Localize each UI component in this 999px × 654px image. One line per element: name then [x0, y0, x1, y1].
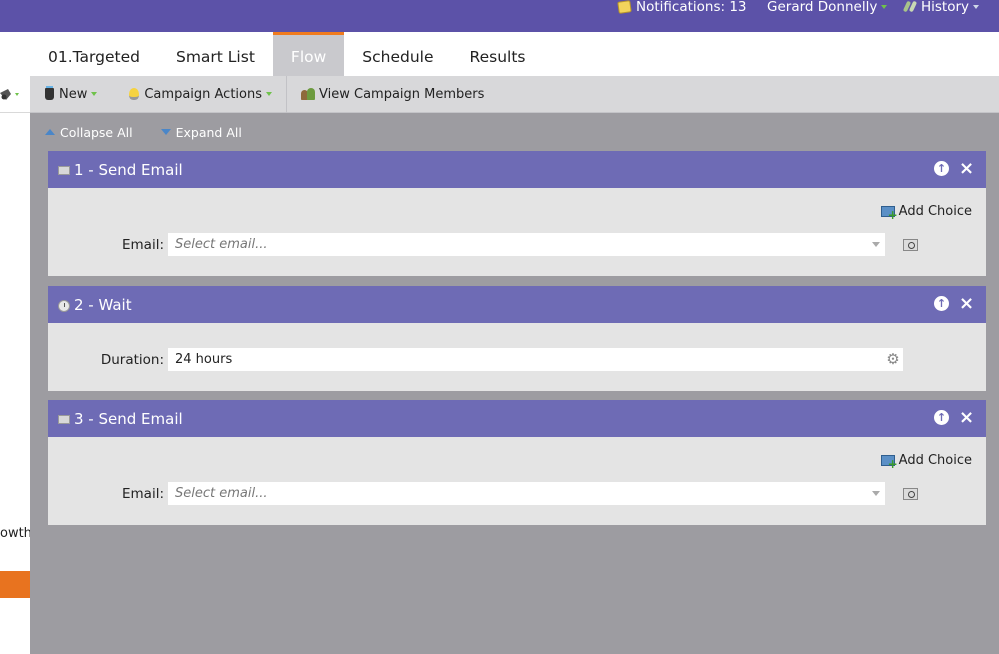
- divider: [0, 112, 30, 113]
- history-menu[interactable]: History: [904, 0, 980, 15]
- flow-step-body: Add Choice Email: Select email...: [48, 437, 986, 525]
- tab-smart-list[interactable]: Smart List: [158, 32, 273, 76]
- duration-field-label: Duration:: [100, 352, 164, 368]
- tree-tools-button[interactable]: [0, 84, 30, 106]
- move-up-button[interactable]: ↑: [934, 161, 949, 176]
- left-panel: owth: [0, 32, 30, 654]
- tree-item-truncated[interactable]: owth: [0, 526, 30, 541]
- flow-step-title: 1 - Send Email: [74, 160, 183, 179]
- chevron-down-icon: [973, 5, 980, 9]
- move-up-button[interactable]: ↑: [934, 296, 949, 311]
- view-members-label: View Campaign Members: [319, 86, 485, 102]
- delete-step-button[interactable]: ×: [959, 295, 974, 313]
- tab-results[interactable]: Results: [452, 32, 544, 76]
- history-icon: [904, 1, 918, 13]
- tab-targeted[interactable]: 01.Targeted: [30, 32, 158, 76]
- tab-flow[interactable]: Flow: [272, 32, 345, 76]
- user-menu[interactable]: Gerard Donnelly: [767, 0, 888, 15]
- new-button[interactable]: New: [30, 76, 105, 113]
- flow-step-header[interactable]: 2 - Wait ↑ ×: [48, 286, 986, 323]
- clock-icon: [58, 299, 70, 312]
- flow-step: 2 - Wait ↑ × Duration: 24 hours ⚙: [48, 286, 986, 391]
- duration-value: 24 hours: [175, 352, 233, 367]
- email-select-placeholder: Select email...: [175, 237, 268, 252]
- add-choice-label: Add Choice: [898, 453, 972, 468]
- expand-controls: Collapse All Expand All: [30, 113, 999, 151]
- history-label: History: [921, 0, 970, 15]
- campaign-actions-label: Campaign Actions: [144, 86, 263, 102]
- flow-step-title: 3 - Send Email: [74, 409, 183, 428]
- lightbulb-icon: [129, 88, 140, 100]
- email-select[interactable]: Select email...: [168, 233, 885, 256]
- selected-tree-item[interactable]: [0, 571, 30, 598]
- add-choice-button[interactable]: Add Choice: [880, 453, 972, 470]
- flow-step-title: 2 - Wait: [74, 295, 132, 314]
- email-field-label: Email:: [121, 486, 164, 502]
- program-tabs: 01.Targeted Smart List Flow Schedule Res…: [30, 32, 999, 76]
- delete-step-button[interactable]: ×: [959, 409, 974, 427]
- user-name: Gerard Donnelly: [767, 0, 878, 15]
- preview-email-icon[interactable]: [903, 488, 918, 500]
- notifications-link[interactable]: Notifications: 13: [617, 0, 747, 15]
- add-choice-button[interactable]: Add Choice: [880, 204, 972, 221]
- notification-icon: [617, 0, 632, 14]
- toolbar-divider: [286, 75, 288, 113]
- binoculars-icon: [0, 89, 19, 100]
- flow-step: 3 - Send Email ↑ × Add Choice Email: Sel…: [48, 400, 986, 525]
- chevron-down-icon: [91, 92, 98, 96]
- email-field-label: Email:: [121, 237, 164, 253]
- add-choice-label: Add Choice: [898, 204, 972, 219]
- add-choice-icon: [880, 454, 898, 470]
- move-up-button[interactable]: ↑: [934, 410, 949, 425]
- preview-email-icon[interactable]: [903, 239, 918, 251]
- collapse-all-button[interactable]: Collapse All: [45, 125, 133, 140]
- flow-step-body: Duration: 24 hours ⚙: [48, 323, 986, 391]
- duration-input[interactable]: 24 hours: [168, 348, 903, 371]
- expand-all-label: Expand All: [175, 124, 242, 140]
- top-header: Notifications: 13 Gerard Donnelly Histor…: [0, 0, 999, 32]
- tab-schedule[interactable]: Schedule: [344, 32, 451, 76]
- flow-step-header[interactable]: 1 - Send Email ↑ ×: [48, 151, 986, 188]
- new-label: New: [59, 86, 88, 102]
- delete-step-button[interactable]: ×: [959, 160, 974, 178]
- chevron-down-icon: [872, 491, 880, 496]
- email-select[interactable]: Select email...: [168, 482, 885, 505]
- collapse-all-label: Collapse All: [60, 124, 133, 140]
- notifications-label: Notifications: 13: [636, 0, 747, 15]
- collapse-icon: [45, 129, 55, 135]
- toolbar: New Campaign Actions View Campaign Membe…: [30, 75, 999, 113]
- gear-icon[interactable]: ⚙: [886, 352, 900, 367]
- campaign-actions-button[interactable]: Campaign Actions: [121, 76, 280, 113]
- add-choice-icon: [880, 205, 898, 221]
- expand-all-button[interactable]: Expand All: [160, 124, 242, 140]
- people-icon: [301, 87, 316, 101]
- email-select-placeholder: Select email...: [175, 486, 268, 501]
- flow-step-header[interactable]: 3 - Send Email ↑ ×: [48, 400, 986, 437]
- email-icon: [58, 415, 70, 424]
- flow-step: 1 - Send Email ↑ × Add Choice Email: Sel…: [48, 151, 986, 276]
- chevron-down-icon: [881, 5, 888, 9]
- flow-step-body: Add Choice Email: Select email...: [48, 188, 986, 276]
- chevron-down-icon: [872, 242, 880, 247]
- expand-icon: [160, 129, 171, 135]
- new-icon: [45, 86, 54, 100]
- email-icon: [58, 166, 70, 175]
- chevron-down-icon: [266, 92, 273, 96]
- view-campaign-members-button[interactable]: View Campaign Members: [293, 76, 492, 113]
